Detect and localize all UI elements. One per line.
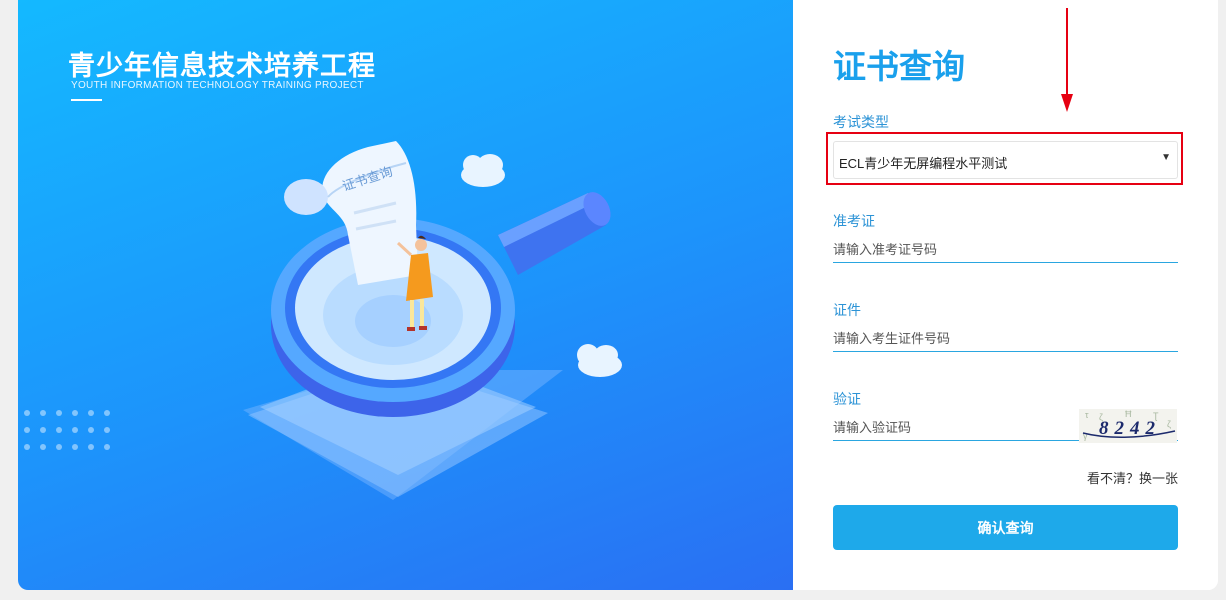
decorative-dots (24, 410, 114, 456)
svg-text:τ: τ (1085, 410, 1089, 420)
form-title: 证书查询 (833, 48, 965, 85)
brand-title: 青少年信息技术培养工程 (68, 51, 376, 81)
captcha-label: 验证 (833, 391, 861, 407)
exam-type-label: 考试类型 (833, 114, 889, 130)
magnifier-certificate-illustration: 证书查询 (243, 141, 622, 500)
captcha-image[interactable]: τ ζ Ħ Ʈζγ 8242 (1079, 409, 1177, 443)
query-form-panel: 证书查询 考试类型 ECL青少年无屏编程水平测试 ▼ 准考证 证件 验证 τζĦ… (793, 0, 1218, 590)
refresh-captcha-link[interactable]: 看不清？换一张 (1087, 468, 1178, 487)
svg-text:ζ: ζ (1167, 419, 1171, 429)
brand-subtitle: YOUTH INFORMATION TECHNOLOGY TRAINING PR… (71, 80, 364, 91)
id-card-label: 证件 (833, 302, 861, 318)
ticket-label: 准考证 (833, 213, 875, 229)
id-card-input[interactable] (833, 325, 1178, 352)
banner-panel: 青少年信息技术培养工程 YOUTH INFORMATION TECHNOLOGY… (18, 0, 793, 590)
login-card: 青少年信息技术培养工程 YOUTH INFORMATION TECHNOLOGY… (18, 0, 1218, 590)
brand-underline (71, 99, 102, 101)
confirm-query-button[interactable]: 确认查询 (833, 505, 1178, 550)
ticket-number-input[interactable] (833, 236, 1178, 263)
red-arrow-icon (1061, 8, 1073, 112)
highlight-box (826, 132, 1183, 185)
magnifier-handle (498, 192, 611, 275)
